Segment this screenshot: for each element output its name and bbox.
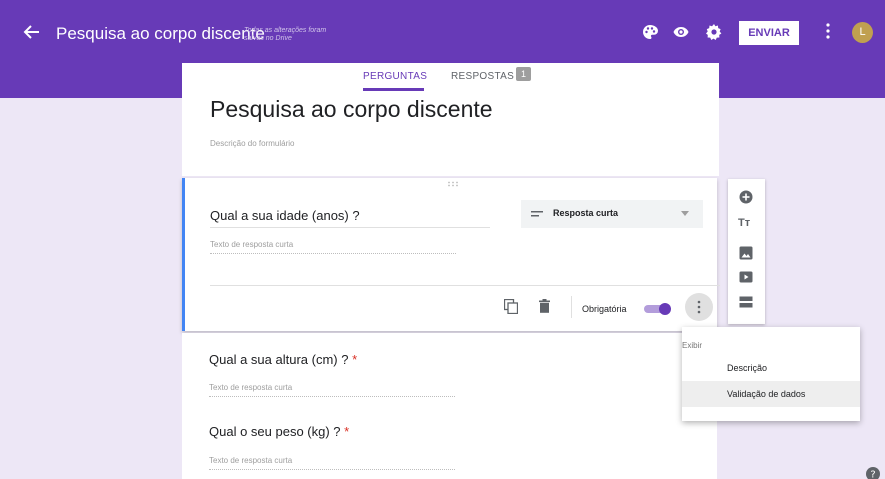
toggle-thumb [659,303,671,315]
short-answer-placeholder: Texto de resposta curta [209,456,293,465]
question-type-select[interactable]: Resposta curta [521,200,703,228]
add-circle-icon[interactable] [738,189,754,205]
back-arrow-icon[interactable] [22,24,40,40]
tab-questions[interactable]: PERGUNTAS [363,71,427,82]
save-status: Todas as alterações foram salvas no Driv… [244,27,326,43]
preview-eye-icon[interactable] [673,24,689,40]
menu-section-header: Exibir [682,341,703,350]
short-answer-placeholder: Texto de resposta curta [209,383,293,392]
menu-item-description[interactable]: Descrição [682,355,860,381]
menu-item-data-validation[interactable]: Validação de dados [682,381,860,407]
more-vert-icon[interactable] [826,23,830,39]
video-icon[interactable] [738,269,754,285]
question-title-input[interactable]: Qual a sua idade (anos) ? [210,208,360,223]
required-asterisk: * [352,352,358,367]
image-icon[interactable] [738,245,754,261]
required-label: Obrigatória [582,304,627,314]
short-answer-line [210,253,456,254]
question-more-button[interactable] [685,293,713,321]
more-vert-icon [697,300,701,314]
short-text-icon [531,211,543,217]
question-options-menu: Exibir Descrição Validação de dados [682,327,860,421]
app-form-title[interactable]: Pesquisa ao corpo discente [56,24,265,44]
question-type-label: Resposta curta [553,208,619,218]
question-title-text: Qual a sua altura (cm) ? [209,352,349,367]
palette-icon[interactable] [642,24,658,40]
delete-trash-icon[interactable] [539,299,550,313]
question-title[interactable]: Qual a sua altura (cm) ? * [209,352,357,367]
save-status-line-2: salvas no Drive [244,35,292,42]
help-icon[interactable]: ? [866,467,880,479]
chevron-down-icon [681,211,689,216]
svg-text:?: ? [870,470,875,479]
drag-handle-icon[interactable] [447,181,459,187]
required-toggle[interactable] [644,303,672,315]
footer-separator [571,296,572,318]
avatar[interactable]: L [852,22,873,43]
question-title[interactable]: Qual o seu peso (kg) ? * [209,424,349,439]
duplicate-icon[interactable] [504,299,518,314]
question-title-text: Qual o seu peso (kg) ? [209,424,341,439]
questions-list-card: Qual a sua altura (cm) ? * Texto de resp… [182,333,717,479]
title-text-icon[interactable]: Tт [738,217,750,229]
responses-count-badge: 1 [516,67,531,81]
short-answer-line [209,396,455,397]
card-divider [210,285,720,286]
required-asterisk: * [344,424,350,439]
settings-gear-icon[interactable] [706,24,722,40]
tab-responses[interactable]: RESPOSTAS [451,71,514,82]
send-button[interactable]: ENVIAR [739,21,799,45]
short-answer-placeholder: Texto de resposta curta [210,240,294,249]
active-question-card[interactable]: Qual a sua idade (anos) ? Texto de respo… [182,178,720,331]
save-status-line-1: Todas as alterações foram [244,27,327,34]
form-description-field[interactable]: Descrição do formulário [210,139,294,148]
section-icon[interactable] [738,294,754,310]
question-title-underline [210,227,490,228]
form-header-card: Pesquisa ao corpo discente Descrição do … [182,91,719,176]
side-toolbar: Tт [728,179,765,324]
short-answer-line [209,469,455,470]
form-title-heading[interactable]: Pesquisa ao corpo discente [210,96,493,123]
